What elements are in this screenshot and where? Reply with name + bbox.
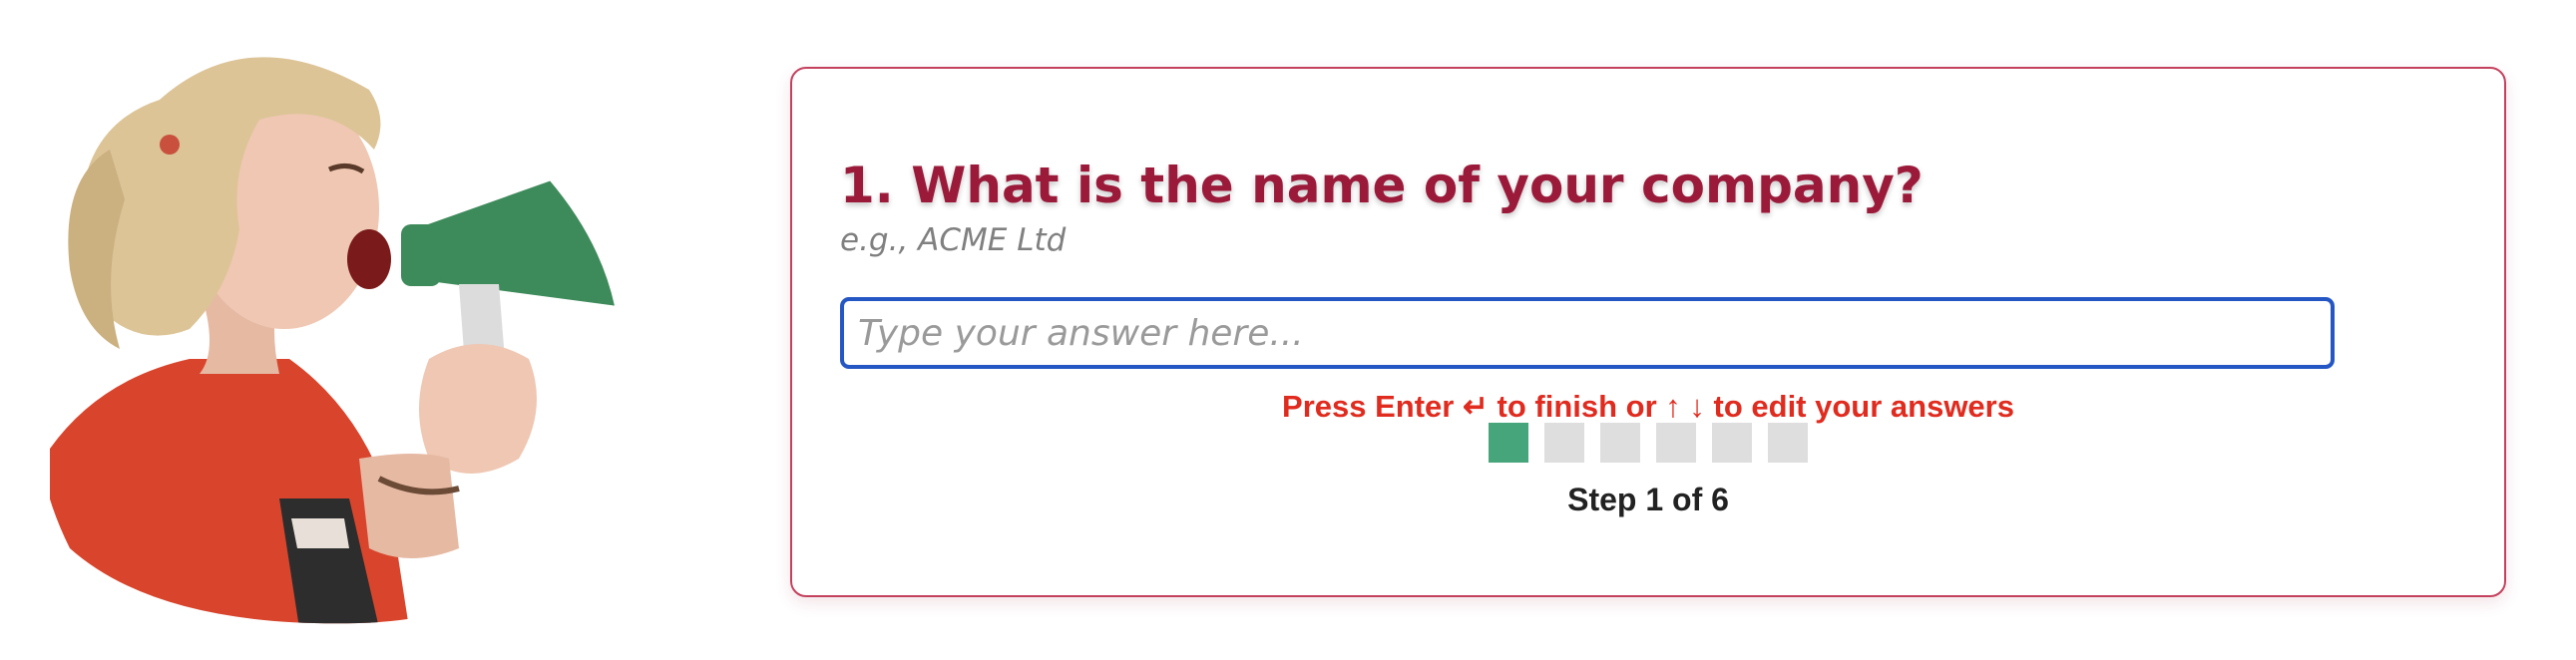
question-hint: e.g., ACME Ltd: [840, 222, 1067, 258]
question-title: 1. What is the name of your company?: [840, 157, 1924, 214]
megaphone-woman-illustration: [30, 30, 728, 628]
form-page: 1. What is the name of your company? e.g…: [0, 0, 2576, 660]
step-label: Step 1 of 6: [1567, 482, 1729, 517]
progress-step-5: [1712, 423, 1752, 463]
progress-step-3: [1600, 423, 1640, 463]
progress-step-2: [1544, 423, 1584, 463]
keyboard-instructions: Press Enter ↵ to finish or ↑ ↓ to edit y…: [1282, 389, 2014, 424]
progress-step-1: [1489, 423, 1528, 463]
progress-indicator: [792, 423, 2504, 463]
progress-step-6: [1768, 423, 1808, 463]
answer-input[interactable]: [840, 297, 2335, 369]
question-card: 1. What is the name of your company? e.g…: [790, 67, 2506, 597]
progress-step-4: [1656, 423, 1696, 463]
